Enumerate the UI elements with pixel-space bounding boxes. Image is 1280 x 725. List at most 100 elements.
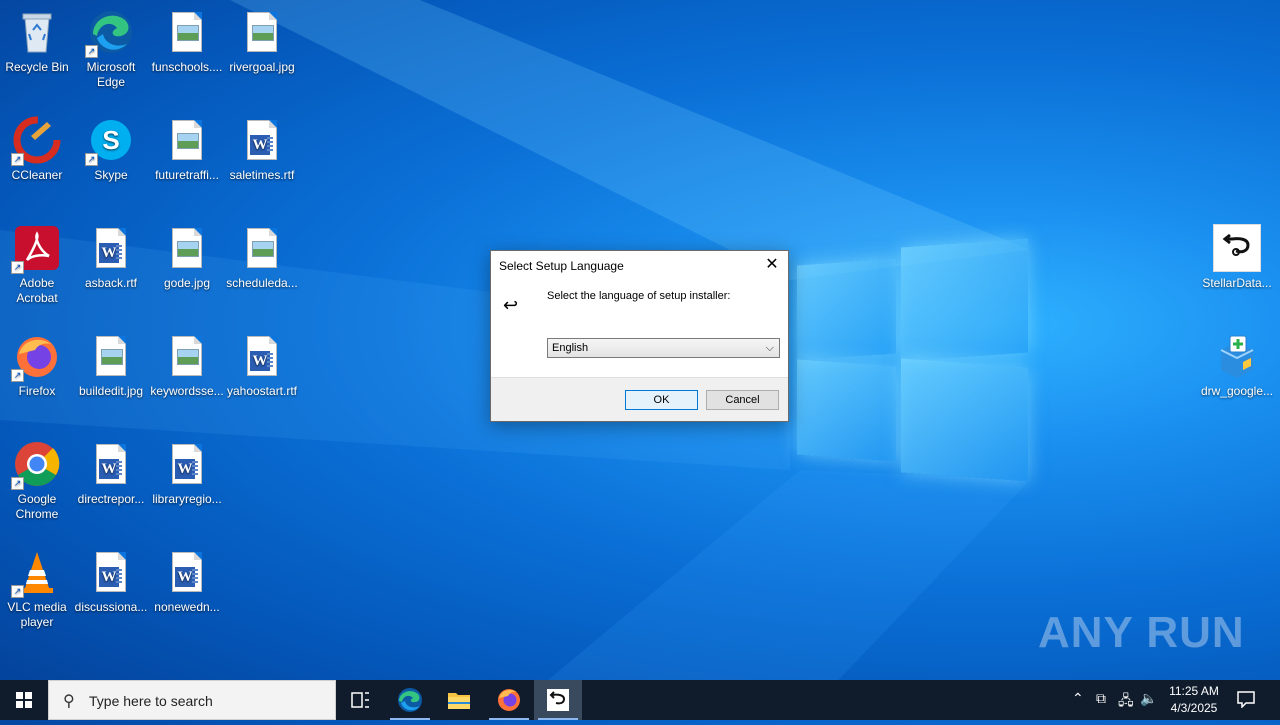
taskbar-setup-language[interactable]: [534, 680, 582, 720]
desktop-icon-scheduleda[interactable]: scheduleda...: [225, 224, 299, 291]
setup-app-icon: ↩: [503, 295, 519, 315]
anyrun-watermark: ANY RUN: [1038, 608, 1245, 657]
desktop-icon-discussiona[interactable]: W discussiona...: [74, 548, 148, 615]
desktop-icon-firefox[interactable]: ↗ Firefox: [0, 332, 74, 399]
windows-logo-icon: [16, 692, 32, 708]
dialog-footer: OK Cancel: [491, 377, 788, 421]
icon-label: discussiona...: [74, 600, 148, 614]
dialog-title: Select Setup Language: [499, 259, 624, 273]
image-file-icon: [238, 224, 286, 272]
desktop-icon-buildedit-jpg[interactable]: buildedit.jpg: [74, 332, 148, 399]
icon-label: futuretraffi...: [155, 168, 219, 182]
taskbar-file-explorer[interactable]: [435, 680, 483, 720]
task-view-icon: [351, 692, 369, 708]
icon-label: funschools....: [151, 60, 223, 74]
cancel-button[interactable]: Cancel: [706, 390, 779, 410]
image-file-icon: [163, 116, 211, 164]
clock-time: 11:25 AM: [1169, 684, 1219, 698]
desktop-icon-yahoostart-rtf[interactable]: W yahoostart.rtf: [225, 332, 299, 399]
desktop-icon-futuretraffi[interactable]: futuretraffi...: [150, 116, 224, 183]
desktop-icon-saletimes-rtf[interactable]: W saletimes.rtf: [225, 116, 299, 183]
adobe-acrobat-icon: ↗: [11, 224, 61, 274]
desktop-icon-skype[interactable]: S ↗ Skype: [74, 116, 148, 183]
icon-label: scheduleda...: [226, 276, 298, 290]
icon-label: drw_google...: [1200, 384, 1274, 398]
desktop-icon-nonewedn[interactable]: W nonewedn...: [150, 548, 224, 615]
desktop-icon-directrepor[interactable]: W directrepor...: [74, 440, 148, 507]
image-file-icon: [238, 8, 286, 56]
icon-label: nonewedn...: [154, 600, 220, 614]
vlc-cone-icon: ↗: [11, 548, 61, 598]
firefox-icon: ↗: [11, 332, 61, 382]
svg-text:S: S: [102, 125, 119, 155]
icon-label: CCleaner: [11, 168, 63, 182]
edge-icon: ↗: [85, 8, 135, 58]
icon-label: saletimes.rtf: [229, 168, 295, 182]
icon-label: yahoostart.rtf: [226, 384, 298, 398]
icon-label: libraryregio...: [152, 492, 222, 506]
recycle-bin-icon: [13, 8, 61, 56]
icon-label: VLC media player: [7, 600, 67, 629]
notification-center-icon[interactable]: [1236, 690, 1256, 709]
google-chrome-icon: ↗: [11, 440, 61, 490]
shortcut-arrow-icon: ↗: [85, 153, 98, 166]
desktop-icon-ccleaner[interactable]: ↗ CCleaner: [0, 116, 74, 183]
word-document-icon: W: [163, 440, 211, 488]
desktop-icon-drw-google[interactable]: drw_google...: [1200, 332, 1274, 399]
desktop-icon-rivergoal-jpg[interactable]: rivergoal.jpg: [225, 8, 299, 75]
desktop-icon-recycle-bin[interactable]: Recycle Bin: [0, 8, 74, 75]
image-file-icon: [163, 224, 211, 272]
taskbar-search-box[interactable]: ⚲ Type here to search: [48, 680, 336, 720]
shortcut-arrow-icon: ↗: [11, 585, 24, 598]
desktop-icon-funschools[interactable]: funschools....: [150, 8, 224, 75]
shortcut-arrow-icon: ↗: [11, 369, 24, 382]
taskbar: ⚲ Type here to search ⌃ ⧉ 🖧 🔈 11:25 AM 4…: [0, 680, 1280, 720]
dialog-prompt: Select the language of setup installer:: [547, 290, 731, 302]
desktop-icon-google-chrome[interactable]: ↗ Google Chrome: [0, 440, 74, 522]
icon-label: StellarData...: [1202, 276, 1272, 290]
word-document-icon: W: [238, 116, 286, 164]
icon-label: Firefox: [18, 384, 56, 398]
desktop-icon-libraryregio[interactable]: W libraryregio...: [150, 440, 224, 507]
desktop-icon-asback-rtf[interactable]: W asback.rtf: [74, 224, 148, 291]
shortcut-arrow-icon: ↗: [11, 261, 24, 274]
desktop-icon-keywordsse[interactable]: keywordsse...: [150, 332, 224, 399]
search-placeholder: Type here to search: [89, 693, 213, 709]
word-document-icon: W: [87, 440, 135, 488]
clock-date: 4/3/2025: [1170, 701, 1218, 715]
taskbar-edge[interactable]: [386, 680, 434, 720]
shortcut-arrow-icon: ↗: [11, 477, 24, 490]
image-file-icon: [163, 8, 211, 56]
close-icon[interactable]: ✕: [764, 257, 780, 273]
wallpaper-logo-pane-tr: [901, 238, 1028, 362]
desktop-icon-vlc[interactable]: ↗ VLC media player: [0, 548, 74, 630]
network-icon[interactable]: 🖧: [1118, 690, 1134, 714]
system-tray: ⌃ ⧉ 🖧 🔈: [1066, 680, 1160, 720]
volume-icon[interactable]: 🔈: [1140, 690, 1157, 707]
setup-app-icon: [547, 689, 569, 711]
search-icon: ⚲: [63, 693, 75, 710]
desktop-icon-gode-jpg[interactable]: gode.jpg: [150, 224, 224, 291]
start-button[interactable]: [0, 680, 48, 720]
taskbar-clock[interactable]: 11:25 AM 4/3/2025: [1162, 683, 1226, 717]
word-document-icon: W: [163, 548, 211, 596]
image-file-icon: [87, 332, 135, 380]
chevron-down-icon: ⌵: [765, 342, 774, 354]
desktop-icon-stellardata[interactable]: StellarData...: [1200, 224, 1274, 291]
firefox-icon: [498, 689, 520, 711]
meet-now-icon[interactable]: ⧉: [1096, 690, 1106, 707]
ok-button[interactable]: OK: [625, 390, 698, 410]
edge-icon: [398, 688, 422, 712]
skype-icon: S ↗: [85, 116, 135, 166]
icon-label: Recycle Bin: [5, 60, 69, 74]
image-file-icon: [163, 332, 211, 380]
icon-label: Google Chrome: [15, 492, 59, 521]
language-select[interactable]: English ⌵: [547, 338, 780, 358]
desktop-icon-microsoft-edge[interactable]: ↗ Microsoft Edge: [74, 8, 148, 90]
desktop-icon-adobe-acrobat[interactable]: ↗ Adobe Acrobat: [0, 224, 74, 306]
setup-language-dialog: Select Setup Language ✕ ↩ Select the lan…: [490, 250, 789, 422]
task-view-button[interactable]: [336, 680, 384, 720]
taskbar-firefox[interactable]: [485, 680, 533, 720]
chevron-up-icon[interactable]: ⌃: [1072, 690, 1084, 707]
icon-label: gode.jpg: [163, 276, 211, 290]
